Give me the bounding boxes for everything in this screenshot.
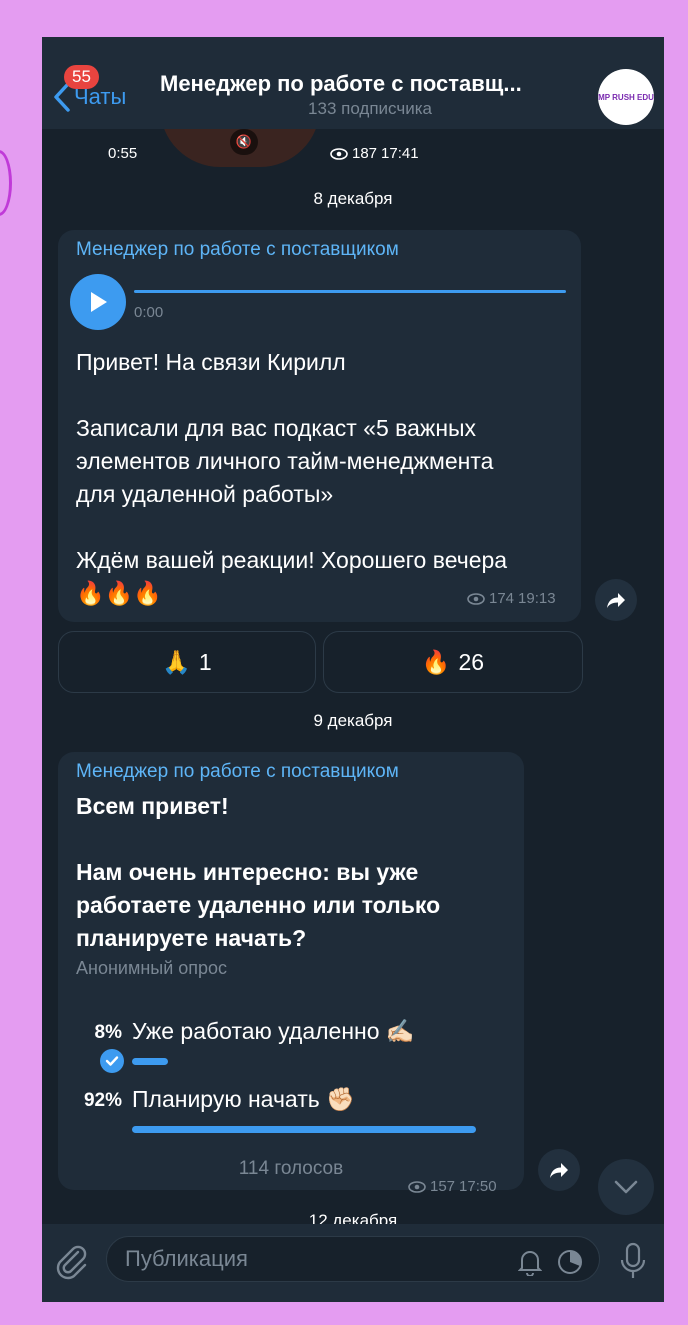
date-separator: 9 декабря bbox=[313, 711, 393, 730]
post-text-line: элементов личного тайм-менеджмента bbox=[76, 448, 494, 474]
poll-option-text[interactable]: Уже работаю удаленно ✍🏻 bbox=[132, 1018, 415, 1045]
poll-question-line: планируете начать? bbox=[76, 925, 307, 951]
bell-icon bbox=[517, 1251, 543, 1277]
poll-type: Анонимный опрос bbox=[76, 958, 228, 978]
post-text-line: Записали для вас подкаст «5 важных bbox=[76, 415, 477, 441]
post-time: 19:13 bbox=[518, 590, 556, 607]
chat-header: Чаты 55 Менеджер по работе с поставщ... … bbox=[42, 37, 664, 129]
attach-button[interactable] bbox=[54, 1242, 88, 1285]
fire-emoji-icon: 🔥 bbox=[421, 648, 451, 675]
date-separator: 8 декабря bbox=[313, 189, 393, 208]
post-time: 17:50 bbox=[459, 1178, 497, 1195]
poll-option-percent: 92% bbox=[83, 1090, 122, 1111]
play-button[interactable] bbox=[70, 274, 126, 330]
eye-icon bbox=[467, 592, 485, 605]
unread-badge: 55 bbox=[64, 65, 99, 89]
video-views: 187 bbox=[352, 145, 378, 162]
frame-decoration bbox=[0, 150, 12, 216]
pray-emoji-icon: 🙏 bbox=[162, 648, 191, 675]
clock-timer-icon bbox=[558, 1250, 582, 1274]
poll-option-percent: 8% bbox=[94, 1022, 122, 1043]
post-author[interactable]: Менеджер по работе с поставщиком bbox=[76, 239, 399, 261]
scroll-down-button[interactable] bbox=[598, 1159, 654, 1215]
microphone-icon bbox=[620, 1242, 646, 1278]
post-meta: 157 17:50 bbox=[408, 1178, 497, 1195]
fire-emojis: 🔥🔥🔥 bbox=[76, 580, 162, 606]
forward-icon bbox=[607, 593, 625, 608]
audio-waveform[interactable] bbox=[134, 290, 566, 293]
microphone-button[interactable] bbox=[620, 1242, 646, 1285]
video-duration: 0:55 bbox=[108, 145, 138, 162]
chevron-down-icon bbox=[614, 1180, 638, 1194]
poll-option-bar bbox=[132, 1058, 168, 1065]
poll-question-line: Нам очень интересно: вы уже bbox=[76, 859, 419, 885]
paperclip-icon bbox=[56, 1245, 87, 1280]
channel-avatar[interactable]: MP RUSH EDU bbox=[598, 69, 654, 125]
post-text-line: Привет! На связи Кирилл bbox=[76, 349, 346, 375]
post-text-line: Ждём вашей реакции! Хорошего вечера bbox=[76, 547, 508, 573]
post-meta: 174 19:13 bbox=[467, 590, 556, 607]
reaction-count: 1 bbox=[198, 648, 212, 675]
video-time: 17:41 bbox=[381, 145, 419, 162]
mute-icon[interactable]: 🔇 bbox=[230, 129, 258, 155]
post-text-line: для удаленной работы» bbox=[76, 481, 334, 507]
reaction-pray[interactable]: 🙏 1 bbox=[58, 631, 316, 693]
share-button[interactable] bbox=[538, 1149, 580, 1191]
poll-question: Всем привет! Нам очень интересно: вы уже… bbox=[76, 790, 506, 955]
audio-time: 0:00 bbox=[134, 304, 164, 321]
video-meta: 187 17:41 bbox=[330, 145, 419, 162]
eye-icon bbox=[408, 1180, 426, 1193]
post-author[interactable]: Менеджер по работе с поставщиком bbox=[76, 761, 399, 783]
poll-votes: 114 голосов bbox=[238, 1158, 344, 1179]
poll-question-line: работаете удаленно или только bbox=[76, 892, 441, 918]
notification-bell-button[interactable] bbox=[517, 1248, 543, 1281]
composer-bar: Публикация bbox=[42, 1224, 664, 1302]
eye-icon bbox=[330, 147, 348, 160]
reaction-fire[interactable]: 🔥 26 bbox=[323, 631, 583, 693]
subscriber-count: 133 подписчика bbox=[308, 99, 432, 118]
channel-title[interactable]: Менеджер по работе с поставщ... bbox=[160, 71, 580, 97]
telegram-app: 🔇 0:55 187 17:41 Чаты 55 Менеджер по раб… bbox=[42, 37, 664, 1302]
poll-post: Менеджер по работе с поставщиком Всем пр… bbox=[58, 752, 524, 1195]
reaction-count: 26 bbox=[458, 648, 485, 675]
post-views: 157 bbox=[430, 1178, 456, 1195]
avatar-logo-text: MP RUSH EDU bbox=[598, 92, 654, 102]
share-button[interactable] bbox=[595, 579, 637, 621]
checkmark-icon bbox=[100, 1049, 124, 1073]
play-icon bbox=[91, 292, 107, 312]
post-views: 174 bbox=[489, 590, 515, 607]
poll-question-line: Всем привет! bbox=[76, 793, 229, 819]
audio-post: Менеджер по работе с поставщиком 0:00 Пр… bbox=[58, 230, 581, 622]
poll-option-text[interactable]: Планирую начать ✊🏻 bbox=[132, 1086, 355, 1113]
forward-icon bbox=[550, 1163, 568, 1178]
timer-button[interactable] bbox=[556, 1248, 584, 1281]
poll-option-bar bbox=[132, 1126, 476, 1133]
